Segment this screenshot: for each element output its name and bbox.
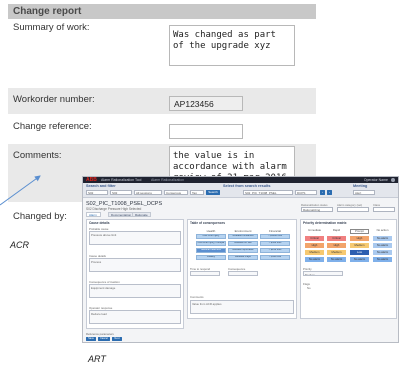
consequence-inaction-field[interactable]: Equipment damage [89, 284, 181, 298]
comments-panel-label: Comments [190, 295, 204, 299]
cause-panel-title: Cause details [89, 221, 110, 225]
priority-cell[interactable]: Critical [327, 236, 346, 241]
user-name[interactable]: Operator Name [364, 178, 388, 182]
priority-cell[interactable]: No alarm [373, 243, 392, 248]
consequence-col-environment: Environment [234, 229, 252, 233]
change-report-header: Change report [8, 4, 316, 19]
workorder-label: Workorder number: [13, 94, 95, 105]
consequence-cell[interactable]: Lost time injury [196, 234, 226, 239]
priority-cell[interactable]: No alarm [373, 250, 392, 255]
consequence-cell[interactable]: > $100k loss [260, 234, 290, 239]
summary-textarea[interactable]: Was changed as part of the upgrade xyz [169, 25, 295, 66]
priority-panel: Priority determination matrix Immediate … [300, 219, 397, 319]
filter-bar: Search and filter Select from search res… [83, 183, 398, 198]
flags-value[interactable]: No [307, 286, 311, 290]
rationalization-status-select[interactable]: Rationalizing [301, 207, 333, 212]
workorder-row: Workorder number: AP123456 [8, 88, 316, 114]
operator-response-field[interactable]: Reduce load [89, 310, 181, 324]
changed-by-label: Changed by: [13, 211, 67, 222]
priority-col-prompt: Prompt [350, 229, 369, 234]
tag-subtitle: S02 Discharge Pressure High Selected [86, 207, 142, 211]
priority-cell[interactable]: No alarm [350, 257, 369, 262]
consequence-cell[interactable]: > $1M loss [260, 255, 290, 260]
consequence-col-financial: Financial [268, 229, 281, 233]
tab-alarm-details[interactable]: Alarm details [86, 212, 101, 222]
priority-cell[interactable]: Medium [350, 243, 369, 248]
priority-col-rapid: Rapid [332, 228, 341, 232]
probable-cause-field[interactable]: Pressure above limit [89, 231, 181, 245]
priority-cell[interactable]: No alarm [373, 257, 392, 262]
priority-cell[interactable]: No alarm [373, 236, 392, 241]
change-ref-input[interactable] [169, 124, 243, 139]
priority-cell[interactable]: No alarm [327, 257, 346, 262]
cause-details-field[interactable]: Process [89, 258, 181, 272]
app-title: Alarm Rationalization Tool [101, 178, 142, 182]
class-select[interactable] [373, 207, 395, 212]
next-button[interactable]: Next [112, 337, 122, 341]
cause-panel: Cause details Probable cause Pressure ab… [86, 219, 184, 329]
art-app-window: ABB Alarm Rationalization Tool Alarm Rat… [82, 176, 399, 343]
meeting-select[interactable]: Alert [353, 190, 375, 195]
priority-cell[interactable]: Critical [305, 236, 324, 241]
filter-site[interactable]: S02 [86, 190, 108, 195]
comments-textarea[interactable]: the value is in accordance with alarm re… [169, 146, 295, 180]
consequence-cell[interactable]: Release major [228, 255, 258, 260]
consequence-panel-title: Table of consequences [190, 221, 226, 225]
filter-status[interactable]: Consensus [164, 190, 188, 195]
art-caption: ART [88, 354, 106, 364]
priority-panel-title: Priority determination matrix [303, 221, 347, 225]
change-ref-row: Change reference: [8, 114, 316, 144]
comments-label: Comments: [13, 150, 62, 161]
meeting-title: Meeting [353, 184, 368, 188]
prev-result-button[interactable]: ‹ [320, 190, 325, 195]
alarm-category-select[interactable] [337, 207, 369, 212]
priority-cell[interactable]: Medium [327, 250, 346, 255]
consequence-cell[interactable]: Fatality [196, 255, 226, 260]
filter-session[interactable]: All sessions [134, 190, 162, 195]
consequence-cell[interactable]: > $10k loss [260, 248, 290, 253]
consequence-cell[interactable]: Lost time injury, multiple [196, 241, 226, 246]
summary-row: Summary of work: Was changed as part of … [8, 19, 316, 88]
tab-rationale-history[interactable]: Rationale history [132, 212, 151, 222]
priority-cell[interactable]: No alarm [305, 257, 324, 262]
consequence-cell-selected[interactable]: Medical treatment [196, 248, 226, 253]
select-results-title: Select from search results [223, 184, 271, 188]
consequence-cell[interactable]: > $50k loss [260, 241, 290, 246]
next-result-button[interactable]: › [327, 190, 332, 195]
comments-panel-field[interactable]: Value from ACR applies [190, 300, 294, 314]
priority-cell[interactable]: Medium [305, 250, 324, 255]
acr-caption: ACR [10, 240, 30, 250]
consequence-cell[interactable]: Release contained [228, 234, 258, 239]
select-tag[interactable]: S02_PIC_T1008_PSEL [243, 190, 293, 195]
priority-cell[interactable]: High [350, 236, 369, 241]
select-param[interactable]: DCPS [295, 190, 317, 195]
app-menu[interactable]: Alarm Rationalization [151, 178, 184, 182]
save-button[interactable]: Save [86, 337, 96, 341]
consequence-cell[interactable]: Release off site [228, 241, 258, 246]
filter-type[interactable]: Tag [190, 190, 204, 195]
priority-cell-selected[interactable]: Low [350, 250, 369, 255]
consequence-cell[interactable]: Release reportable [228, 248, 258, 253]
consequence-field[interactable] [228, 271, 258, 276]
priority-col-immediate: Immediate [307, 228, 322, 232]
reference-parameters-title: Reference parameters [86, 332, 114, 336]
user-icon[interactable] [391, 178, 395, 182]
priority-cell[interactable]: High [327, 243, 346, 248]
search-button[interactable]: Search [206, 190, 220, 195]
consequence-panel: Table of consequences Health Environment… [187, 219, 297, 319]
workorder-input[interactable]: AP123456 [169, 96, 243, 111]
cancel-button[interactable]: Cancel [98, 337, 110, 341]
time-to-respond-field[interactable] [190, 271, 220, 276]
priority-field[interactable]: Medium [303, 271, 343, 276]
summary-label: Summary of work: [13, 22, 90, 33]
consequence-col-health: Health [206, 229, 216, 233]
priority-cell[interactable]: High [305, 243, 324, 248]
tab-documentation[interactable]: Documentation [108, 212, 135, 217]
change-ref-label: Change reference: [13, 121, 92, 132]
search-filter-title: Search and filter [86, 184, 116, 188]
filter-unit[interactable]: S02 [110, 190, 132, 195]
priority-col-no-action: No action [376, 228, 389, 232]
